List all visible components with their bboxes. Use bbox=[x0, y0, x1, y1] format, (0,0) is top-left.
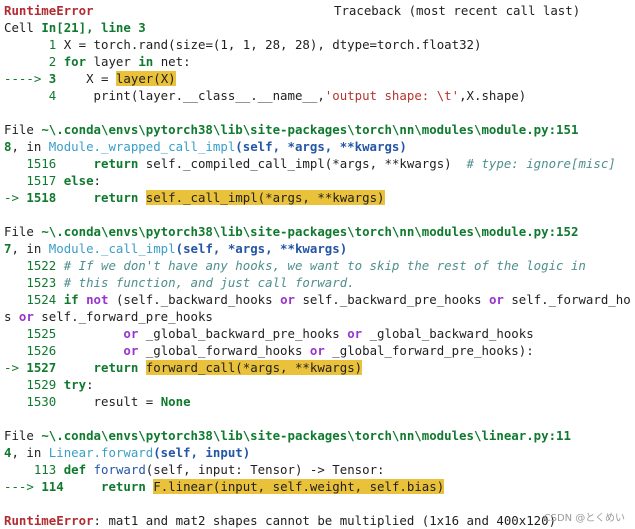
code-line: 1516 return self._compiled_call_impl(*ar… bbox=[26, 156, 616, 171]
traceback-header: RuntimeError Traceback (most recent call … bbox=[4, 2, 631, 19]
function-name: Module._call_impl bbox=[48, 241, 176, 256]
frame-file-path: File ~\.conda\envs\pytorch38\lib\site-pa… bbox=[4, 428, 571, 443]
code-line: 1 X = torch.rand(size=(1, 1, 28, 28), dt… bbox=[48, 37, 482, 52]
highlighted-expression: self._call_impl(*args, **kwargs) bbox=[145, 190, 385, 205]
file-path-link[interactable]: ~\.conda\envs\pytorch38\lib\site-package… bbox=[41, 224, 578, 239]
watermark: CSDN @とくめい bbox=[543, 513, 625, 524]
function-name: Module._wrapped_call_impl bbox=[48, 139, 236, 154]
error-type: RuntimeError bbox=[4, 3, 94, 18]
current-line-arrow: -> bbox=[4, 190, 19, 205]
code-line-current: -> 1527 return forward_call(*args, **kwa… bbox=[4, 360, 363, 375]
code-line: 1526 or _global_forward_hooks or _global… bbox=[26, 343, 534, 358]
file-path-link[interactable]: ~\.conda\envs\pytorch38\lib\site-package… bbox=[41, 122, 578, 137]
code-line: 1523 # this function, and just call forw… bbox=[26, 275, 355, 290]
code-line: 1525 or _global_backward_pre_hooks or _g… bbox=[26, 326, 534, 341]
highlighted-expression: F.linear(input, self.weight, self.bias) bbox=[153, 479, 445, 494]
frame-file-path: File ~\.conda\envs\pytorch38\lib\site-pa… bbox=[4, 122, 579, 137]
traceback-title: Traceback (most recent call last) bbox=[334, 3, 581, 18]
frame-function: 8, in Module._wrapped_call_impl(self, *a… bbox=[4, 139, 407, 154]
code-line-current: -> 1518 return self._call_impl(*args, **… bbox=[4, 190, 385, 205]
error-type: RuntimeError bbox=[4, 513, 94, 528]
current-line-arrow: -> bbox=[4, 360, 19, 375]
code-line-current: ---> 114 return F.linear(input, self.wei… bbox=[4, 479, 445, 494]
code-line: 2 for layer in net: bbox=[48, 54, 191, 69]
current-line-arrow: ----> bbox=[4, 71, 42, 86]
code-line-wrapped: s or self._forward_pre_hooks bbox=[4, 309, 213, 324]
code-line: 1524 if not (self._backward_hooks or sel… bbox=[26, 292, 631, 307]
code-line: 1517 else: bbox=[26, 173, 102, 188]
code-line: 1522 # If we don't have any hooks, we wa… bbox=[26, 258, 586, 273]
code-line: 113 def forward(self, input: Tensor) -> … bbox=[33, 462, 385, 477]
current-line-arrow: ---> bbox=[4, 479, 34, 494]
code-line: 1529 try: bbox=[26, 377, 94, 392]
code-line: 4 print(layer.__class__.__name__,'output… bbox=[48, 88, 527, 103]
frame-file-path: File ~\.conda\envs\pytorch38\lib\site-pa… bbox=[4, 224, 579, 239]
highlighted-expression: layer(X) bbox=[115, 71, 176, 86]
code-line: 1530 result = None bbox=[26, 394, 191, 409]
error-message: : mat1 and mat2 shapes cannot be multipl… bbox=[93, 513, 557, 528]
frame-function: 7, in Module._call_impl(self, *args, **k… bbox=[4, 241, 348, 256]
file-path-link[interactable]: ~\.conda\envs\pytorch38\lib\site-package… bbox=[41, 428, 571, 443]
cell-ref-link[interactable]: In[21], line 3 bbox=[41, 20, 145, 35]
traceback-output: RuntimeError Traceback (most recent call … bbox=[4, 2, 631, 529]
code-line-current: ----> 3 X = layer(X) bbox=[4, 71, 176, 86]
final-error-line: RuntimeError: mat1 and mat2 shapes canno… bbox=[4, 512, 631, 529]
highlighted-expression: forward_call(*args, **kwargs) bbox=[145, 360, 363, 375]
frame-function: 4, in Linear.forward(self, input) bbox=[4, 445, 251, 460]
function-name: Linear.forward bbox=[48, 445, 154, 460]
cell-reference: Cell In[21], line 3 bbox=[4, 20, 146, 35]
